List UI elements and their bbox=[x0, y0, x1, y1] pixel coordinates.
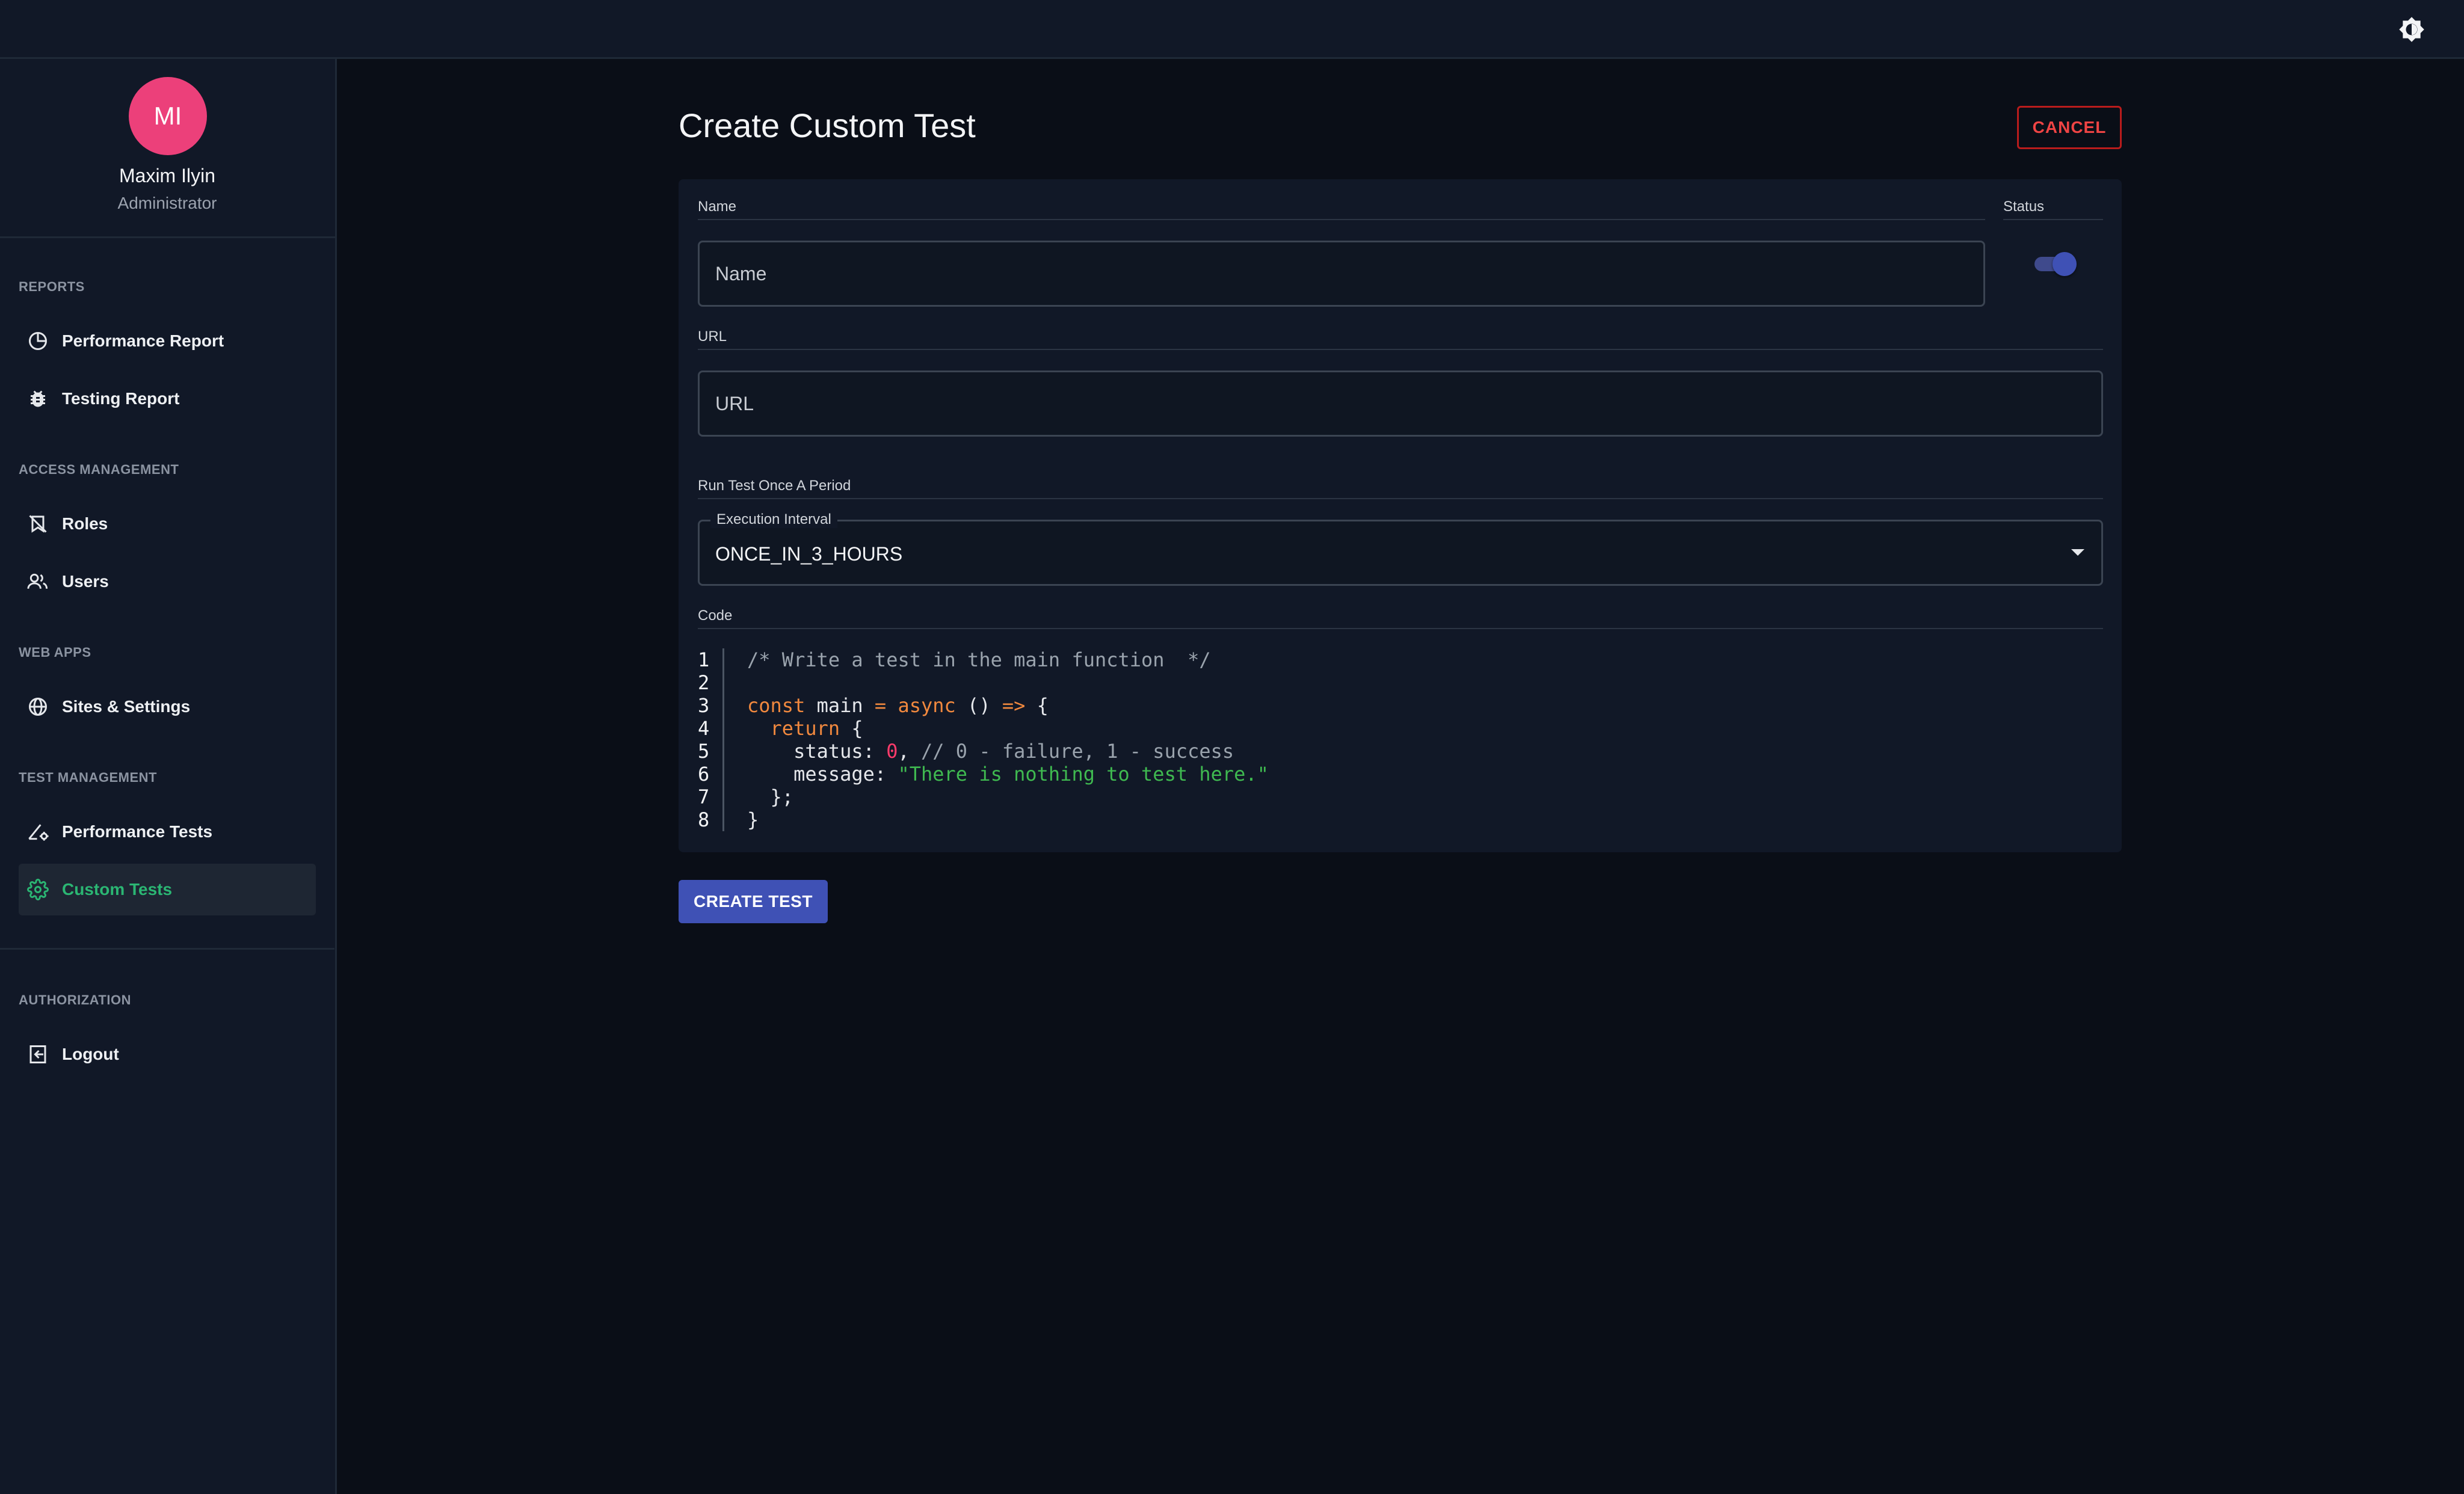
line-number: 1 bbox=[698, 648, 710, 671]
status-toggle[interactable] bbox=[2032, 252, 2077, 276]
sidebar-item-performance-tests[interactable]: Performance Tests bbox=[19, 806, 316, 858]
section-label-web-apps: WEB APPS bbox=[19, 645, 91, 660]
sidebar-item-sites-settings[interactable]: Sites & Settings bbox=[19, 681, 316, 733]
code-line: const main = async () => { bbox=[747, 694, 1049, 717]
line-number: 7 bbox=[698, 785, 710, 808]
cancel-button[interactable]: CANCEL bbox=[2017, 106, 2122, 149]
code-editor[interactable]: 1 2 3 4 5 6 7 8 /* Write a test in the m… bbox=[698, 648, 2103, 841]
execution-interval-select[interactable]: Execution Interval ONCE_IN_3_HOURS bbox=[698, 511, 2103, 586]
sidebar-divider bbox=[0, 948, 334, 950]
caret-down-icon bbox=[2071, 549, 2084, 556]
section-label-authorization: AUTHORIZATION bbox=[19, 992, 131, 1007]
sidebar-item-label: Sites & Settings bbox=[62, 697, 191, 716]
theme-toggle-button[interactable] bbox=[2395, 13, 2428, 46]
name-input[interactable] bbox=[698, 241, 1985, 307]
sidebar-item-users[interactable]: Users bbox=[19, 556, 316, 607]
execution-interval-legend: Execution Interval bbox=[710, 511, 837, 528]
line-number: 6 bbox=[698, 763, 710, 785]
sidebar-item-label: Performance Tests bbox=[62, 822, 213, 841]
line-number: 5 bbox=[698, 740, 710, 763]
brightness-icon bbox=[2399, 17, 2424, 42]
status-label: Status bbox=[2003, 198, 2045, 215]
code-line: message: "There is nothing to test here.… bbox=[747, 763, 1269, 785]
sidebar-item-testing-report[interactable]: Testing Report bbox=[19, 373, 316, 425]
sidebar-item-roles[interactable]: Roles bbox=[19, 498, 316, 550]
sidebar-item-performance-report[interactable]: Performance Report bbox=[19, 315, 316, 367]
period-divider bbox=[698, 498, 2103, 499]
line-number: 8 bbox=[698, 808, 710, 831]
code-line: }; bbox=[747, 785, 794, 808]
section-label-test-management: TEST MANAGEMENT bbox=[19, 770, 157, 785]
speed-gear-icon bbox=[26, 820, 50, 844]
profile-name: Maxim Ilyin bbox=[119, 165, 215, 186]
code-lines: /* Write a test in the main function */ c… bbox=[747, 648, 1269, 831]
logout-icon bbox=[26, 1042, 50, 1066]
avatar: MI bbox=[129, 77, 207, 155]
sidebar-item-label: Users bbox=[62, 572, 109, 591]
name-label: Name bbox=[698, 198, 737, 215]
period-label: Run Test Once A Period bbox=[698, 478, 851, 494]
pie-chart-icon bbox=[26, 329, 50, 353]
bug-icon bbox=[26, 387, 50, 411]
globe-icon bbox=[26, 695, 50, 719]
section-label-access-management: ACCESS MANAGEMENT bbox=[19, 462, 179, 477]
gear-icon bbox=[26, 878, 50, 902]
sidebar: MI Maxim Ilyin Administrator REPORTS Per… bbox=[0, 59, 337, 1494]
code-line: return { bbox=[770, 717, 863, 740]
code-line: /* Write a test in the main function */ bbox=[747, 648, 1211, 671]
sidebar-item-label: Custom Tests bbox=[62, 880, 173, 899]
section-label-reports: REPORTS bbox=[19, 279, 85, 294]
execution-interval-value: ONCE_IN_3_HOURS bbox=[715, 543, 903, 565]
sidebar-item-custom-tests[interactable]: Custom Tests bbox=[19, 864, 316, 915]
profile-role: Administrator bbox=[117, 194, 217, 212]
sidebar-item-label: Logout bbox=[62, 1045, 119, 1063]
line-number: 4 bbox=[698, 717, 710, 740]
create-test-button[interactable]: CREATE TEST bbox=[679, 880, 828, 923]
code-divider bbox=[698, 628, 2103, 629]
code-label: Code bbox=[698, 607, 733, 624]
sidebar-item-label: Performance Report bbox=[62, 331, 224, 350]
toggle-thumb bbox=[2053, 252, 2077, 276]
page-title: Create Custom Test bbox=[679, 106, 976, 144]
badge-off-icon bbox=[26, 512, 50, 536]
code-line: } bbox=[747, 808, 759, 831]
top-app-bar bbox=[0, 0, 2464, 59]
url-label: URL bbox=[698, 328, 727, 345]
url-input[interactable] bbox=[698, 370, 2103, 437]
line-number: 3 bbox=[698, 694, 710, 717]
line-number-gutter: 1 2 3 4 5 6 7 8 bbox=[698, 648, 724, 831]
create-test-form: Name Status URL Run Test Once A Period E… bbox=[679, 179, 2122, 852]
user-profile: MI Maxim Ilyin Administrator bbox=[0, 59, 335, 238]
users-icon bbox=[26, 570, 50, 594]
line-number: 2 bbox=[698, 671, 710, 694]
code-line: status: 0, // 0 - failure, 1 - success bbox=[747, 740, 1234, 763]
url-divider bbox=[698, 349, 2103, 350]
name-divider bbox=[698, 219, 1985, 220]
sidebar-item-label: Testing Report bbox=[62, 389, 180, 408]
sidebar-item-logout[interactable]: Logout bbox=[19, 1028, 316, 1080]
status-divider bbox=[2003, 219, 2103, 220]
sidebar-item-label: Roles bbox=[62, 514, 108, 533]
